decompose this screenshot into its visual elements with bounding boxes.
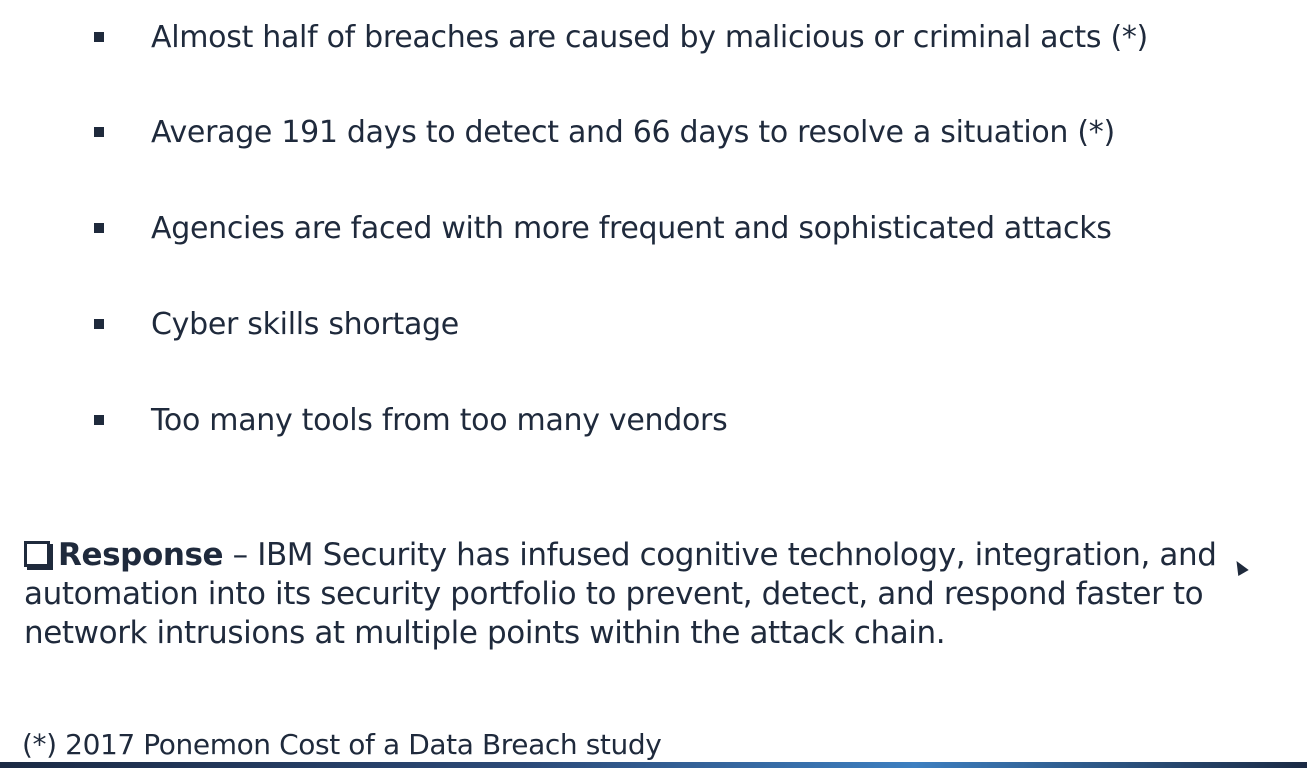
square-bullet-icon <box>94 223 104 233</box>
bullet-item: Agencies are faced with more frequent an… <box>94 208 1112 248</box>
response-label: Response <box>58 537 224 573</box>
bullet-text: Cyber skills shortage <box>151 306 459 342</box>
bullet-text: Too many tools from too many vendors <box>151 402 728 438</box>
response-paragraph: Response – IBM Security has infused cogn… <box>24 536 1299 653</box>
bullet-text: Average 191 days to detect and 66 days t… <box>151 114 1115 150</box>
bottom-bar <box>0 762 1307 768</box>
bullet-item: Almost half of breaches are caused by ma… <box>94 17 1148 57</box>
bullet-item: Cyber skills shortage <box>94 304 459 344</box>
bullet-text: Almost half of breaches are caused by ma… <box>151 19 1148 55</box>
bullet-item: Too many tools from too many vendors <box>94 400 728 440</box>
checkbox-icon <box>24 541 53 570</box>
bullet-text: Agencies are faced with more frequent an… <box>151 210 1112 246</box>
square-bullet-icon <box>94 32 104 42</box>
square-bullet-icon <box>94 319 104 329</box>
square-bullet-icon <box>94 415 104 425</box>
square-bullet-icon <box>94 127 104 137</box>
slide: Almost half of breaches are caused by ma… <box>0 0 1307 768</box>
footnote: (*) 2017 Ponemon Cost of a Data Breach s… <box>22 728 662 761</box>
bullet-item: Average 191 days to detect and 66 days t… <box>94 112 1115 152</box>
